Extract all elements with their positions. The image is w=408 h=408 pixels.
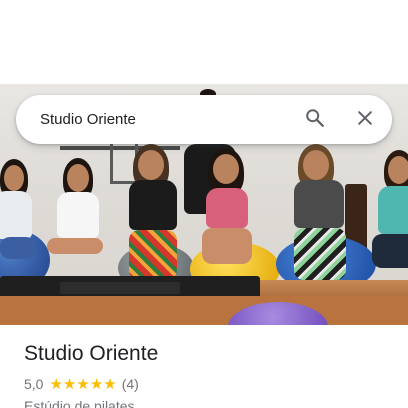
search-icon — [304, 107, 326, 134]
star-icon: ★ — [49, 375, 63, 393]
place-info: Studio Oriente 5,0 ★ ★ ★ ★ ★ (4) Estúdio de … — [24, 340, 394, 408]
rating-row[interactable]: 5,0 ★ ★ ★ ★ ★ (4) — [24, 376, 394, 392]
search-button[interactable] — [298, 103, 332, 137]
floor — [0, 296, 408, 325]
star-icon: ★ — [89, 375, 104, 393]
place-category: Estúdio de pilates — [24, 398, 135, 408]
place-name[interactable]: Studio Oriente — [24, 340, 394, 368]
search-bar[interactable]: Studio Oriente — [16, 95, 392, 144]
top-blank-area — [0, 0, 408, 84]
star-icon: ★ — [76, 375, 90, 393]
review-count[interactable]: (4) — [122, 376, 139, 392]
star-icon: ★ — [62, 375, 77, 393]
rating-value: 5,0 — [24, 376, 44, 392]
star-rating: ★ ★ ★ ★ ★ — [49, 376, 116, 392]
reformer-pad — [60, 282, 180, 294]
star-icon: ★ — [103, 375, 117, 393]
search-input[interactable]: Studio Oriente — [40, 95, 136, 144]
close-icon — [355, 108, 375, 133]
clear-search-button[interactable] — [348, 103, 382, 137]
